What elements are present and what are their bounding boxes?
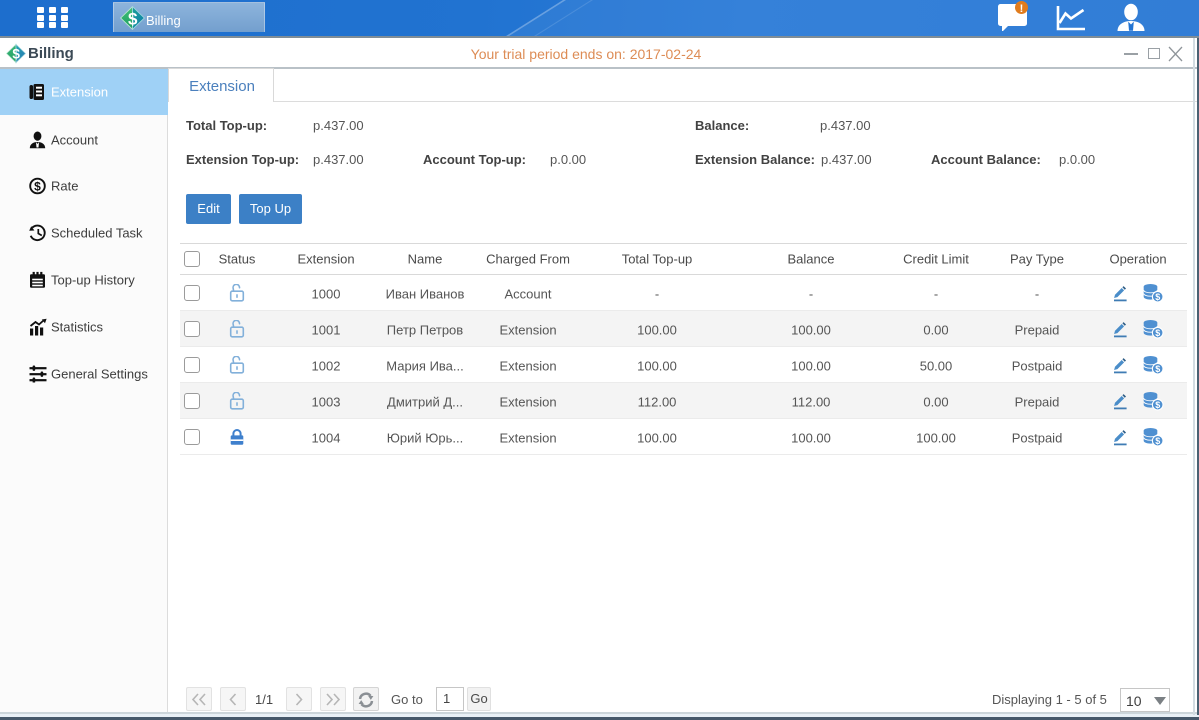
svg-text:$: $	[1155, 436, 1160, 446]
svg-text:!: !	[1020, 3, 1024, 15]
svg-text:$: $	[1155, 328, 1160, 338]
svg-text:$: $	[128, 9, 138, 28]
svg-text:$: $	[34, 180, 41, 194]
svg-text:$: $	[1155, 292, 1160, 302]
svg-text:$: $	[1155, 400, 1160, 410]
svg-text:$: $	[1155, 364, 1160, 374]
